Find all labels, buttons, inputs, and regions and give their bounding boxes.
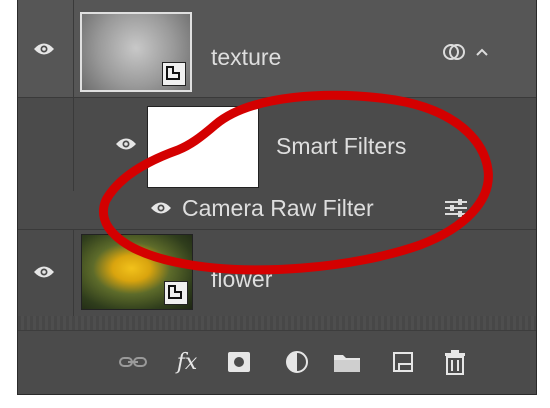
camera-raw-filter-label: Camera Raw Filter — [182, 195, 374, 221]
smart-filters-label: Smart Filters — [276, 133, 407, 159]
filter-options-icon[interactable] — [444, 199, 468, 222]
texture-thumbnail[interactable] — [80, 12, 192, 92]
folder-icon[interactable] — [330, 345, 364, 379]
eye-icon[interactable] — [150, 201, 172, 215]
smart-filter-mask-thumbnail[interactable] — [147, 106, 259, 188]
layer-row-flower[interactable]: flower — [18, 230, 536, 316]
layers-panel: texture Smart Filters Camera Raw Filter — [17, 0, 537, 395]
layers-footer-toolbar: fx — [18, 330, 536, 394]
fx-icon[interactable]: fx — [170, 345, 204, 379]
eye-icon[interactable] — [33, 42, 55, 56]
trash-icon[interactable] — [438, 345, 472, 379]
smart-object-icon — [164, 281, 188, 305]
fx-label: fx — [176, 349, 198, 375]
add-mask-icon[interactable] — [222, 345, 256, 379]
visibility-column — [18, 98, 74, 191]
eye-icon[interactable] — [115, 137, 137, 151]
linked-circles-icon[interactable] — [442, 41, 466, 68]
filter-row-camera-raw[interactable]: Camera Raw Filter — [18, 191, 536, 229]
flower-thumbnail[interactable] — [81, 234, 193, 310]
layer-row-texture[interactable]: texture — [18, 0, 536, 97]
layer-name-flower: flower — [211, 266, 273, 292]
chevron-up-icon[interactable] — [475, 44, 489, 62]
layer-name-texture: texture — [211, 44, 282, 70]
adjustment-layer-icon[interactable] — [280, 345, 314, 379]
new-layer-icon[interactable] — [386, 345, 420, 379]
layer-row-smart-filters[interactable]: Smart Filters — [18, 98, 536, 191]
eye-icon[interactable] — [33, 265, 55, 279]
panel-empty-area — [18, 316, 536, 330]
smart-object-icon — [162, 62, 186, 86]
link-layers-icon[interactable] — [116, 345, 150, 379]
